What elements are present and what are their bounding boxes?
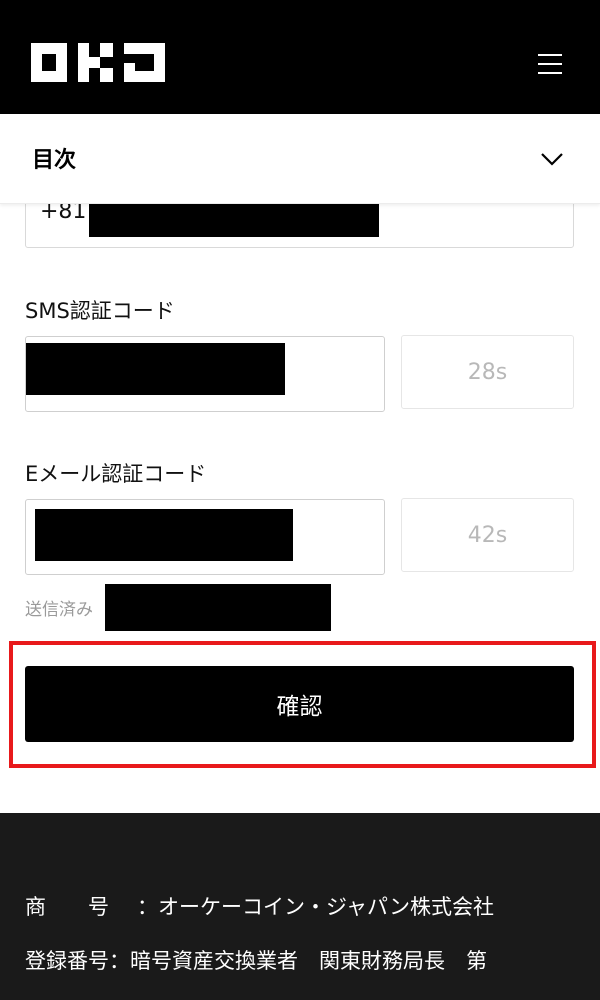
footer-registration-value: ：暗号資産交換業者 関東財務局長 第 bbox=[109, 949, 487, 973]
footer: 商 号 ：オーケーコイン・ジャパン株式会社 登録番号：暗号資産交換業者 関東財務局… bbox=[0, 813, 600, 1000]
email-code-input[interactable] bbox=[25, 499, 385, 575]
okj-logo[interactable] bbox=[31, 43, 165, 82]
redacted-sms-code bbox=[26, 343, 285, 395]
footer-company-key: 商 号 bbox=[25, 895, 109, 919]
footer-company: 商 号 ：オーケーコイン・ジャパン株式会社 bbox=[25, 891, 494, 921]
footer-registration: 登録番号：暗号資産交換業者 関東財務局長 第 bbox=[25, 945, 487, 975]
menu-bar bbox=[538, 63, 562, 65]
confirm-button[interactable]: 確認 bbox=[25, 666, 574, 742]
footer-company-value: ：オーケーコイン・ジャパン株式会社 bbox=[137, 895, 494, 919]
app-header bbox=[0, 0, 600, 114]
sms-resend-countdown-button[interactable]: 28s bbox=[401, 335, 574, 409]
menu-bar bbox=[538, 54, 562, 56]
sent-label: 送信済み bbox=[25, 600, 93, 620]
toc-toggle[interactable]: 目次 bbox=[0, 114, 600, 204]
sms-code-input[interactable] bbox=[25, 336, 385, 412]
chevron-down-icon[interactable] bbox=[540, 152, 564, 166]
redacted-sent-address bbox=[105, 584, 331, 631]
toc-title: 目次 bbox=[32, 148, 77, 173]
email-code-label: Eメール認証コード bbox=[25, 462, 207, 486]
redacted-email-code bbox=[35, 509, 293, 561]
hamburger-menu-icon[interactable] bbox=[528, 44, 572, 84]
email-resend-countdown-button[interactable]: 42s bbox=[401, 498, 574, 572]
footer-registration-key: 登録番号 bbox=[25, 949, 109, 973]
sms-code-label: SMS認証コード bbox=[25, 299, 175, 323]
menu-bar bbox=[538, 72, 562, 74]
